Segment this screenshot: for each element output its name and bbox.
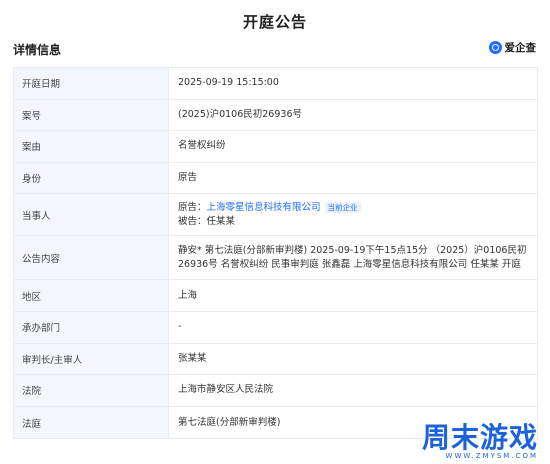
row-identity: 身份 原告 <box>14 162 537 195</box>
value-judge: 张某某 <box>178 352 207 364</box>
page-title: 开庭公告 <box>242 13 307 31</box>
value-department: - <box>178 321 182 333</box>
defendant-line: 被告：任某某 <box>178 215 235 229</box>
defendant-prefix: 被告： <box>178 215 207 227</box>
detail-table: 开庭日期 2025-09-19 15:15:00 案号 (2025)沪0106民… <box>13 67 538 440</box>
row-court: 法院 上海市静安区人民法院 <box>14 375 537 407</box>
plaintiff-company-link[interactable]: 上海零星信息科技有限公司 <box>207 202 321 213</box>
label-identity: 身份 <box>14 162 169 194</box>
brand-name: 爱企查 <box>504 42 537 54</box>
label-cause: 案由 <box>14 131 169 162</box>
aiqicha-logo-icon <box>488 41 502 54</box>
row-cause: 案由 名誉权纠纷 <box>14 131 537 163</box>
row-announcement: 公告内容 静安* 第七法庭(分部新审判楼) 2025-09-19下午15点15分… <box>14 236 537 281</box>
watermark-url: WWW.ZMYSM.COM <box>445 452 538 460</box>
value-announcement: 静安* 第七法庭(分部新审判楼) 2025-09-19下午15点15分 （202… <box>178 244 527 270</box>
plaintiff-line: 原告：上海零星信息科技有限公司 当前企业 <box>178 201 361 215</box>
value-court: 上海市静安区人民法院 <box>178 384 274 396</box>
label-region: 地区 <box>14 280 169 311</box>
label-hearing-date: 开庭日期 <box>14 68 169 99</box>
label-parties: 当事人 <box>14 194 169 236</box>
value-parties: 原告：上海零星信息科技有限公司 当前企业 被告：任某某 <box>169 194 537 235</box>
brand-link[interactable]: 爱企查 <box>488 40 537 55</box>
row-parties: 当事人 原告：上海零星信息科技有限公司 当前企业 被告：任某某 <box>14 194 537 237</box>
label-announcement: 公告内容 <box>14 236 169 280</box>
row-department: 承办部门 - <box>14 311 537 344</box>
label-department: 承办部门 <box>14 311 169 343</box>
label-courtroom: 法庭 <box>14 406 169 439</box>
row-judge: 审判长/主审人 张某某 <box>14 343 537 376</box>
label-case-number: 案号 <box>14 99 169 131</box>
value-cause: 名誉权纠纷 <box>178 140 226 152</box>
current-company-badge: 当前企业 <box>324 201 361 213</box>
section-title: 详情信息 <box>13 43 62 57</box>
row-hearing-date: 开庭日期 2025-09-19 15:15:00 <box>14 68 537 100</box>
label-judge: 审判长/主审人 <box>14 343 169 375</box>
label-court: 法院 <box>14 375 169 406</box>
value-region: 上海 <box>178 289 198 301</box>
value-case-number: (2025)沪0106民初26936号 <box>178 108 302 120</box>
value-identity: 原告 <box>178 172 198 184</box>
row-region: 地区 上海 <box>14 280 537 312</box>
plaintiff-prefix: 原告： <box>178 201 207 213</box>
value-hearing-date: 2025-09-19 15:15:00 <box>178 77 279 89</box>
row-case-number: 案号 (2025)沪0106民初26936号 <box>14 99 537 132</box>
defendant-name: 任某某 <box>206 215 236 227</box>
watermark-title: 周末游戏 <box>421 421 538 454</box>
watermark: 周末游戏 WWW.ZMYSM.COM <box>421 421 538 461</box>
